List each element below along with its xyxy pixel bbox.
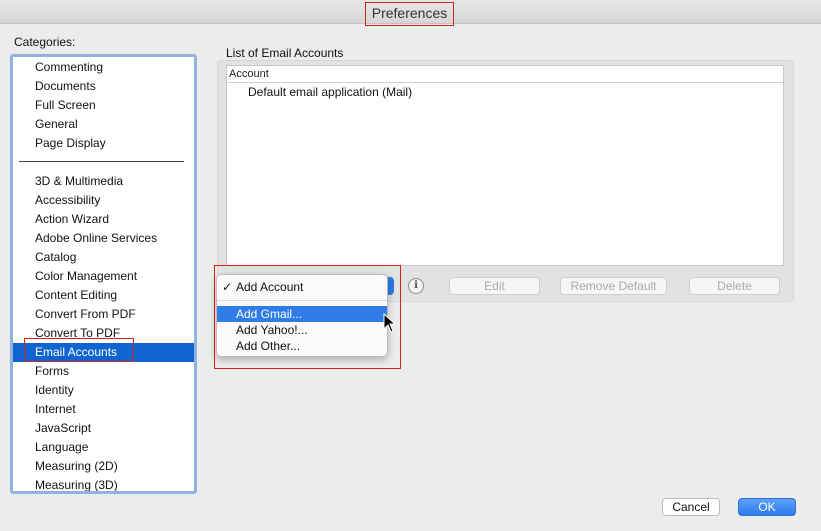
account-column-header[interactable]: Account [227, 66, 783, 83]
window-title: Preferences [365, 2, 454, 26]
dropdown-annotation-box [214, 265, 401, 369]
category-accessibility[interactable]: Accessibility [13, 191, 194, 210]
category-identity[interactable]: Identity [13, 381, 194, 400]
category-forms[interactable]: Forms [13, 362, 194, 381]
category-page-display[interactable]: Page Display [13, 134, 194, 153]
info-icon[interactable]: i [408, 278, 424, 294]
category-action-wizard[interactable]: Action Wizard [13, 210, 194, 229]
category-catalog[interactable]: Catalog [13, 248, 194, 267]
ok-button[interactable]: OK [738, 498, 796, 516]
category-javascript[interactable]: JavaScript [13, 419, 194, 438]
category-full-screen[interactable]: Full Screen [13, 96, 194, 115]
category-color-management[interactable]: Color Management [13, 267, 194, 286]
category-convert-from-pdf[interactable]: Convert From PDF [13, 305, 194, 324]
category-general[interactable]: General [13, 115, 194, 134]
category-divider [19, 161, 184, 162]
email-accounts-annotation-box [24, 338, 134, 361]
category-adobe-online-services[interactable]: Adobe Online Services [13, 229, 194, 248]
delete-button[interactable]: Delete [689, 277, 780, 295]
category-measuring-2d[interactable]: Measuring (2D) [13, 457, 194, 476]
category-language[interactable]: Language [13, 438, 194, 457]
edit-button[interactable]: Edit [449, 277, 540, 295]
category-internet[interactable]: Internet [13, 400, 194, 419]
table-row[interactable]: Default email application (Mail) [227, 83, 783, 101]
accounts-table[interactable]: Account Default email application (Mail) [226, 65, 784, 266]
categories-label: Categories: [14, 35, 76, 49]
preferences-window: Preferences Categories: Commenting Docum… [0, 0, 821, 531]
category-measuring-3d[interactable]: Measuring (3D) [13, 476, 194, 491]
remove-default-button[interactable]: Remove Default [560, 277, 667, 295]
cancel-button[interactable]: Cancel [662, 498, 720, 516]
categories-list[interactable]: Commenting Documents Full Screen General… [10, 54, 197, 494]
mouse-pointer-icon [383, 313, 397, 333]
category-commenting[interactable]: Commenting [13, 58, 194, 77]
category-content-editing[interactable]: Content Editing [13, 286, 194, 305]
email-accounts-section-label: List of Email Accounts [226, 46, 344, 60]
category-3d-multimedia[interactable]: 3D & Multimedia [13, 172, 194, 191]
category-documents[interactable]: Documents [13, 77, 194, 96]
